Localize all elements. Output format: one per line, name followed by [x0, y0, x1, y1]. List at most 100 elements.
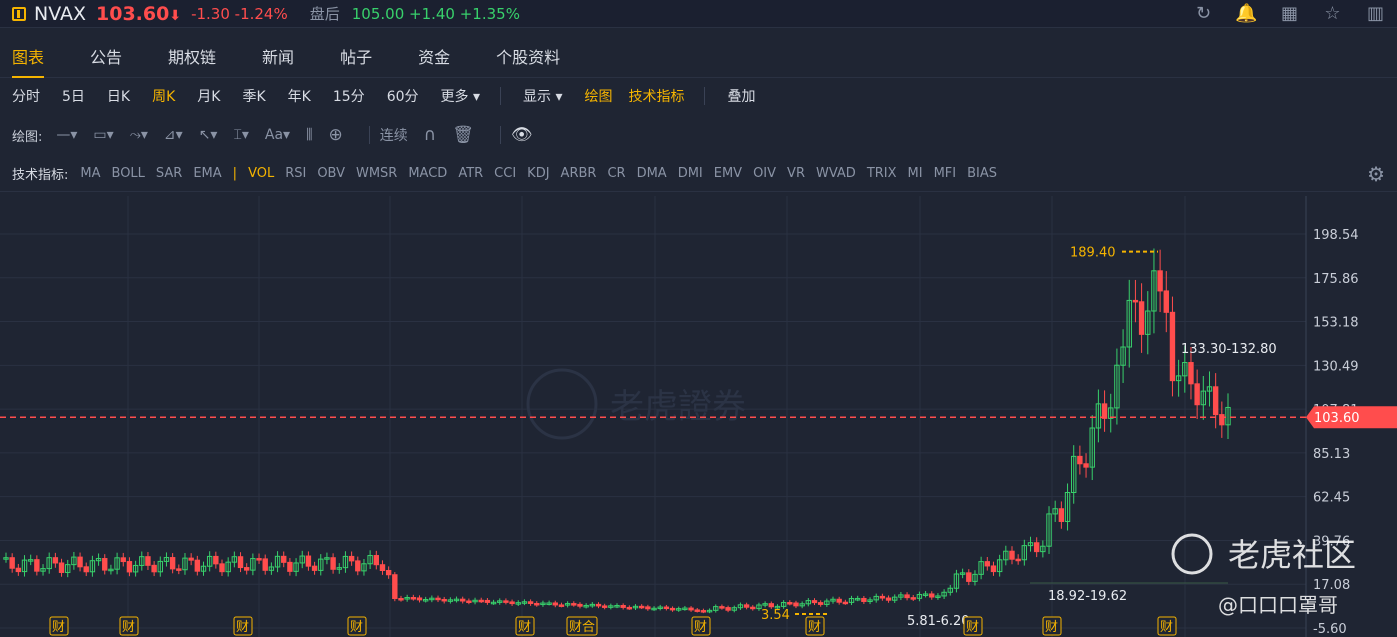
candle-body [441, 598, 447, 602]
indicator-cr[interactable]: CR [607, 166, 625, 181]
indicator-wvad[interactable]: WVAD [816, 166, 856, 181]
y-tick-label: 17.08 [1313, 578, 1350, 593]
indicator-mi[interactable]: MI [908, 166, 923, 181]
eye-icon[interactable]: 👁 [511, 125, 533, 145]
indicator-rsi[interactable]: RSI [285, 166, 306, 181]
candle-body [9, 557, 15, 569]
indicator-mfi[interactable]: MFI [934, 166, 957, 181]
period-9[interactable]: 更多 ▾ [441, 86, 480, 106]
separator [704, 87, 706, 105]
indicator-ema[interactable]: EMA [193, 166, 221, 181]
magnet-icon[interactable]: ∩ [424, 125, 436, 145]
tab-2[interactable]: 期权链 [168, 38, 216, 78]
candle-body [527, 601, 534, 604]
candle-body [410, 597, 417, 600]
tab-4[interactable]: 帖子 [340, 38, 372, 78]
candle-body [719, 606, 725, 609]
event-marker-label: 财 [1045, 620, 1058, 635]
tab-0[interactable]: 图表 [12, 38, 45, 78]
period-5[interactable]: 季K [242, 86, 265, 106]
settings-icon[interactable]: ⚙ [1367, 162, 1385, 186]
line-tool-icon[interactable]: —▾ [56, 127, 77, 143]
indicator-dmi[interactable]: DMI [678, 166, 703, 181]
watermark-brand: 老虎社区 [1228, 536, 1356, 574]
continuous-toggle[interactable]: 连续 [380, 125, 408, 145]
event-marker-label: 财 [518, 620, 531, 635]
candle-body [534, 602, 540, 606]
grid-icon[interactable]: ▦ [1268, 3, 1311, 24]
after-hours-quote: 105.00 +1.40 +1.35% [351, 4, 520, 23]
candle-body [787, 602, 793, 605]
candle-body [15, 567, 22, 573]
bell-icon[interactable]: 🔔 [1225, 3, 1268, 24]
separator [500, 87, 501, 105]
indicator-dma[interactable]: DMA [637, 166, 667, 181]
candle-body [256, 558, 262, 561]
candle-body [1138, 301, 1145, 335]
trash-icon[interactable]: 🗑 [452, 125, 474, 145]
indicator-boll[interactable]: BOLL [112, 166, 145, 181]
candle-body [151, 564, 157, 573]
tab-3[interactable]: 新闻 [262, 38, 294, 78]
draw-toggle[interactable]: 绘图 [584, 86, 612, 106]
indicator-emv[interactable]: EMV [714, 166, 742, 181]
period-3[interactable]: 周K [152, 86, 175, 106]
indicator-trix[interactable]: TRIX [867, 166, 897, 181]
event-marker-label: 财 [694, 620, 707, 635]
candle-body [243, 567, 250, 571]
indicator-wmsr[interactable]: WMSR [356, 166, 397, 181]
event-marker-label: 财 [122, 620, 135, 635]
quote-bar: NVAX 103.60⬇ -1.30 -1.24% 盘后 105.00 +1.4… [0, 0, 1397, 28]
indicator-sar[interactable]: SAR [156, 166, 182, 181]
indicator-kdj[interactable]: KDJ [527, 166, 549, 181]
indicator-cci[interactable]: CCI [494, 166, 516, 181]
star-icon[interactable]: ☆ [1311, 3, 1354, 24]
indicator-arbr[interactable]: ARBR [561, 166, 597, 181]
tab-6[interactable]: 个股资料 [496, 38, 560, 78]
ticker-badge-icon [12, 6, 26, 21]
period-6[interactable]: 年K [288, 86, 311, 106]
candle-body [645, 606, 651, 610]
period-2[interactable]: 日K [107, 86, 130, 106]
indicator-vr[interactable]: VR [787, 166, 805, 181]
event-marker-label: 财 [808, 620, 821, 635]
zoom-icon[interactable]: ⊕ [329, 125, 343, 145]
tab-1[interactable]: 公告 [90, 38, 122, 78]
candle-body [743, 604, 750, 608]
indicator-bias[interactable]: BIAS [967, 166, 997, 181]
period-0[interactable]: 分时 [12, 86, 40, 106]
tab-5[interactable]: 资金 [418, 38, 450, 78]
event-marker-label: 财 [966, 620, 979, 635]
refresh-icon[interactable]: ↻ [1182, 3, 1225, 24]
fib-tool-icon[interactable]: ⊿▾ [164, 127, 183, 143]
indicator-oiv[interactable]: OIV [753, 166, 776, 181]
measure-tool-icon[interactable]: ⌶▾ [233, 127, 248, 143]
price-chart[interactable]: 198.54175.86153.18130.49107.8185.1362.45… [0, 196, 1397, 637]
text-tool-icon[interactable]: Aa▾ [265, 127, 290, 143]
period-8[interactable]: 60分 [387, 86, 419, 106]
indicator-macd[interactable]: MACD [408, 166, 447, 181]
period-7[interactable]: 15分 [333, 86, 365, 106]
overlay-button[interactable]: 叠加 [727, 86, 755, 106]
indicator-vol[interactable]: VOL [248, 166, 274, 181]
indicator-obv[interactable]: OBV [317, 166, 345, 181]
path-tool-icon[interactable]: ⤳▾ [130, 127, 148, 143]
indicator-toggle[interactable]: 技术指标 [628, 86, 684, 106]
arrow-tool-icon[interactable]: ↖▾ [199, 127, 218, 143]
y-tick-label: 198.54 [1313, 228, 1359, 243]
sidebar-toggle-icon[interactable]: ▥ [1354, 3, 1397, 24]
candle-body [663, 606, 670, 610]
event-marker-label: 财 [52, 620, 65, 635]
watermark-center: 老虎證券 [610, 387, 746, 427]
indicator-atr[interactable]: ATR [458, 166, 483, 181]
indicator-ma[interactable]: MA [80, 166, 100, 181]
period-1[interactable]: 5日 [62, 86, 85, 106]
display-menu[interactable]: 显示 ▾ [523, 86, 562, 106]
candle-body [1132, 299, 1139, 303]
rect-tool-icon[interactable]: ▭▾ [93, 127, 113, 143]
period-4[interactable]: 月K [197, 86, 220, 106]
indicator-label: 技术指标: [12, 168, 69, 183]
candle-tool-icon[interactable]: ⫼ [306, 127, 312, 143]
candle-body [694, 609, 700, 612]
candle-body [355, 560, 361, 572]
